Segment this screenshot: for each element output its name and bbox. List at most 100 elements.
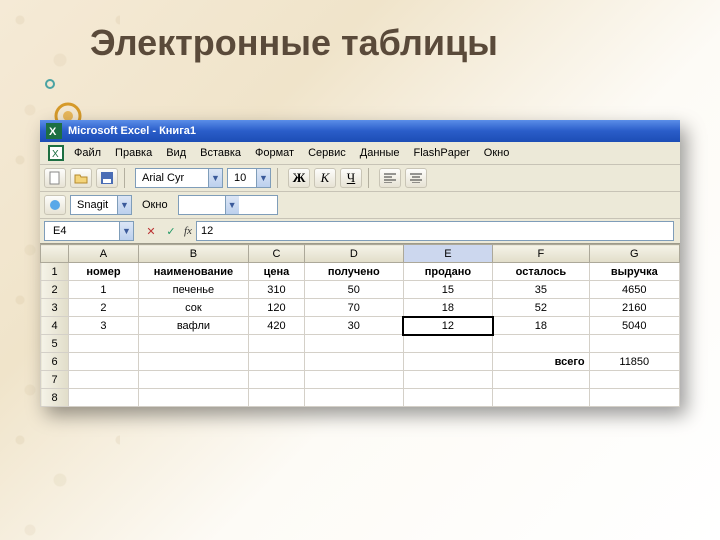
col-header-G[interactable]: G bbox=[589, 245, 679, 263]
cell[interactable]: номер bbox=[69, 263, 139, 281]
new-button[interactable] bbox=[44, 168, 66, 188]
snagit-select[interactable]: Snagit ▼ bbox=[70, 195, 132, 215]
cell[interactable]: выручка bbox=[589, 263, 679, 281]
cell[interactable]: 18 bbox=[493, 317, 589, 335]
menu-format[interactable]: Формат bbox=[255, 147, 294, 159]
col-header-F[interactable]: F bbox=[493, 245, 589, 263]
menu-view[interactable]: Вид bbox=[166, 147, 186, 159]
col-header-C[interactable]: C bbox=[248, 245, 304, 263]
cell[interactable] bbox=[248, 389, 304, 407]
cell[interactable] bbox=[589, 389, 679, 407]
name-box[interactable]: E4 ▼ bbox=[44, 221, 134, 241]
fx-icon[interactable]: fx bbox=[184, 225, 192, 237]
align-center-button[interactable] bbox=[405, 168, 427, 188]
menu-insert[interactable]: Вставка bbox=[200, 147, 241, 159]
formula-input[interactable]: 12 bbox=[196, 221, 674, 241]
row-header[interactable]: 6 bbox=[41, 353, 69, 371]
cell[interactable] bbox=[589, 335, 679, 353]
cell[interactable] bbox=[69, 389, 139, 407]
snagit-button[interactable] bbox=[44, 195, 66, 215]
cell[interactable]: получено bbox=[305, 263, 404, 281]
cell[interactable] bbox=[248, 371, 304, 389]
cell[interactable]: 30 bbox=[305, 317, 404, 335]
cell[interactable] bbox=[248, 353, 304, 371]
cell[interactable] bbox=[493, 335, 589, 353]
cancel-formula-icon[interactable]: ✕ bbox=[142, 222, 160, 240]
cell[interactable]: 4650 bbox=[589, 281, 679, 299]
cell[interactable] bbox=[138, 371, 248, 389]
menu-window[interactable]: Окно bbox=[484, 147, 510, 159]
row-header[interactable]: 3 bbox=[41, 299, 69, 317]
cell[interactable]: печенье bbox=[138, 281, 248, 299]
cell[interactable]: 420 bbox=[248, 317, 304, 335]
spreadsheet-grid[interactable]: A B C D E F G 1 номер наименование цена … bbox=[40, 244, 680, 407]
cell-total-value[interactable]: 11850 bbox=[589, 353, 679, 371]
open-button[interactable] bbox=[70, 168, 92, 188]
cell-selected[interactable]: 12 bbox=[403, 317, 493, 335]
menu-edit[interactable]: Правка bbox=[115, 147, 152, 159]
cell[interactable]: 50 bbox=[305, 281, 404, 299]
cell[interactable] bbox=[403, 389, 493, 407]
cell[interactable]: 35 bbox=[493, 281, 589, 299]
cell[interactable] bbox=[493, 371, 589, 389]
cell[interactable] bbox=[138, 353, 248, 371]
cell[interactable]: 70 bbox=[305, 299, 404, 317]
cell[interactable]: вафли bbox=[138, 317, 248, 335]
cell[interactable] bbox=[589, 371, 679, 389]
menu-flashpaper[interactable]: FlashPaper bbox=[414, 147, 470, 159]
font-size-box[interactable]: 10 ▼ bbox=[227, 168, 271, 188]
cell[interactable]: продано bbox=[403, 263, 493, 281]
chevron-down-icon[interactable]: ▼ bbox=[119, 222, 133, 240]
cell[interactable] bbox=[69, 371, 139, 389]
cell[interactable] bbox=[69, 353, 139, 371]
cell[interactable] bbox=[403, 371, 493, 389]
cell[interactable]: сок bbox=[138, 299, 248, 317]
cell[interactable]: 310 bbox=[248, 281, 304, 299]
row-header[interactable]: 1 bbox=[41, 263, 69, 281]
col-header-D[interactable]: D bbox=[305, 245, 404, 263]
row-header[interactable]: 8 bbox=[41, 389, 69, 407]
cell[interactable]: наименование bbox=[138, 263, 248, 281]
italic-button[interactable]: К bbox=[314, 168, 336, 188]
col-header-B[interactable]: B bbox=[138, 245, 248, 263]
save-button[interactable] bbox=[96, 168, 118, 188]
col-header-A[interactable]: A bbox=[69, 245, 139, 263]
cell[interactable]: 52 bbox=[493, 299, 589, 317]
accept-formula-icon[interactable]: ✓ bbox=[162, 222, 180, 240]
cell[interactable] bbox=[69, 335, 139, 353]
chevron-down-icon[interactable]: ▼ bbox=[117, 196, 131, 214]
cell[interactable]: цена bbox=[248, 263, 304, 281]
snagit-window-select[interactable]: ▼ bbox=[178, 195, 278, 215]
cell[interactable] bbox=[305, 371, 404, 389]
chevron-down-icon[interactable]: ▼ bbox=[256, 169, 270, 187]
underline-button[interactable]: Ч bbox=[340, 168, 362, 188]
cell[interactable]: 2160 bbox=[589, 299, 679, 317]
cell[interactable] bbox=[403, 353, 493, 371]
cell[interactable]: 1 bbox=[69, 281, 139, 299]
cell[interactable] bbox=[248, 335, 304, 353]
cell[interactable]: 2 bbox=[69, 299, 139, 317]
bold-button[interactable]: Ж bbox=[288, 168, 310, 188]
snagit-window-label[interactable]: Окно bbox=[142, 199, 168, 211]
cell-total-label[interactable]: всего bbox=[493, 353, 589, 371]
chevron-down-icon[interactable]: ▼ bbox=[208, 169, 222, 187]
cell[interactable] bbox=[138, 389, 248, 407]
row-header[interactable]: 7 bbox=[41, 371, 69, 389]
menu-file[interactable]: Файл bbox=[74, 147, 101, 159]
cell[interactable]: 3 bbox=[69, 317, 139, 335]
select-all-corner[interactable] bbox=[41, 245, 69, 263]
chevron-down-icon[interactable]: ▼ bbox=[225, 196, 239, 214]
row-header[interactable]: 4 bbox=[41, 317, 69, 335]
cell[interactable]: 5040 bbox=[589, 317, 679, 335]
row-header[interactable]: 2 bbox=[41, 281, 69, 299]
cell[interactable]: 18 bbox=[403, 299, 493, 317]
cell[interactable]: 15 bbox=[403, 281, 493, 299]
cell[interactable]: осталось bbox=[493, 263, 589, 281]
col-header-E[interactable]: E bbox=[403, 245, 493, 263]
cell[interactable] bbox=[138, 335, 248, 353]
cell[interactable] bbox=[305, 389, 404, 407]
row-header[interactable]: 5 bbox=[41, 335, 69, 353]
cell[interactable] bbox=[305, 353, 404, 371]
align-left-button[interactable] bbox=[379, 168, 401, 188]
menu-data[interactable]: Данные bbox=[360, 147, 400, 159]
